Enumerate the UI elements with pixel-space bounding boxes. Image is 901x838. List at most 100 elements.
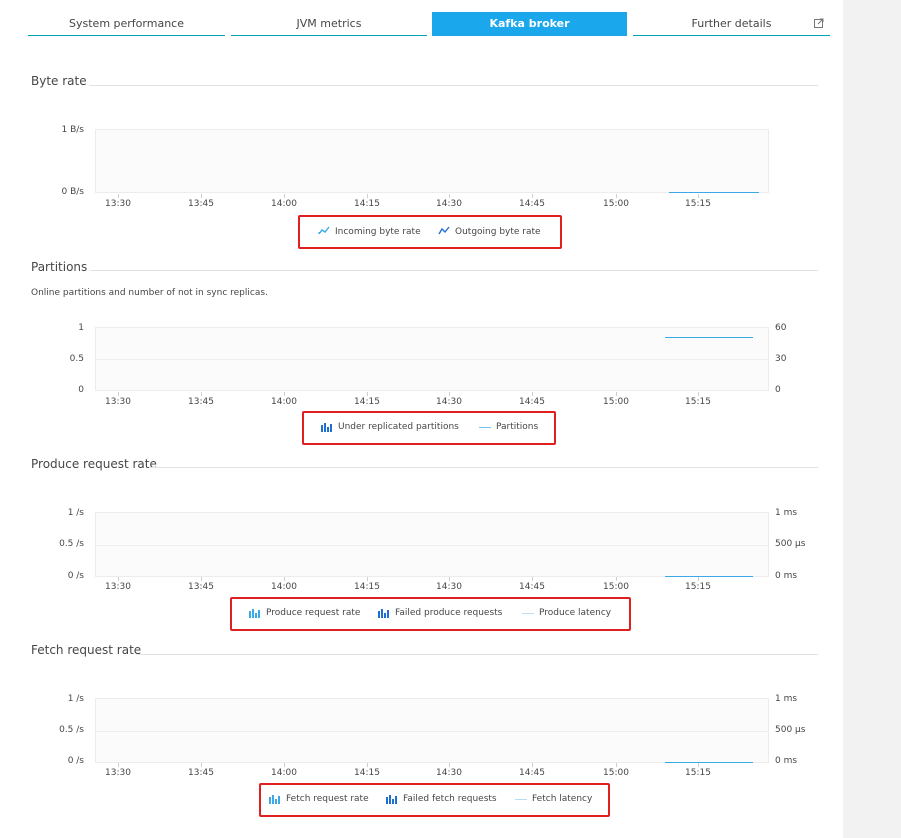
area-chart-icon xyxy=(318,226,330,238)
y-label-right: 0 ms xyxy=(775,756,798,766)
x-tick-label: 15:00 xyxy=(603,582,629,592)
y-label: 1 xyxy=(78,323,84,333)
y-label: 0.5 /s xyxy=(59,539,84,549)
y-label-right: 500 µs xyxy=(775,725,806,735)
x-tick-label: 14:00 xyxy=(271,199,297,209)
partitions-description: Online partitions and number of not in s… xyxy=(31,288,268,298)
x-tick xyxy=(698,392,699,396)
partitions-legend: Under replicated partitions Partitions xyxy=(302,411,556,445)
legend-item[interactable]: Fetch latency xyxy=(515,794,592,804)
x-tick-label: 14:30 xyxy=(436,582,462,592)
legend-label: Produce request rate xyxy=(266,608,361,618)
x-tick-label: 15:15 xyxy=(685,397,711,407)
x-tick xyxy=(201,194,202,198)
y-label-right: 60 xyxy=(775,323,787,333)
tab-kafka-broker[interactable]: Kafka broker xyxy=(432,12,627,36)
x-tick xyxy=(616,763,617,767)
y-label: 1 /s xyxy=(67,694,84,704)
legend-item[interactable]: Partitions xyxy=(479,422,538,432)
y-label: 0 /s xyxy=(67,571,84,581)
x-tick xyxy=(201,763,202,767)
tab-system-performance[interactable]: System performance xyxy=(28,12,225,36)
x-tick xyxy=(367,392,368,396)
x-tick-label: 13:45 xyxy=(188,582,214,592)
x-tick xyxy=(201,392,202,396)
legend-label: Outgoing byte rate xyxy=(455,227,541,237)
x-tick xyxy=(284,392,285,396)
x-tick-label: 15:15 xyxy=(685,199,711,209)
y-label: 1 B/s xyxy=(61,125,84,135)
legend-item[interactable]: Produce latency xyxy=(522,608,611,618)
line-icon xyxy=(515,798,527,800)
x-tick xyxy=(284,577,285,581)
legend-label: Fetch latency xyxy=(532,794,593,804)
series-line xyxy=(665,762,753,763)
line-icon xyxy=(479,426,491,428)
y-label: 0 /s xyxy=(67,756,84,766)
section-divider xyxy=(89,85,818,86)
legend-item[interactable]: Under replicated partitions xyxy=(321,422,459,432)
x-tick-label: 15:00 xyxy=(603,199,629,209)
area-chart-icon xyxy=(438,226,450,238)
series-line xyxy=(665,337,753,338)
legend-label: Partitions xyxy=(496,422,539,432)
line-icon xyxy=(522,612,534,614)
legend-item[interactable]: Incoming byte rate xyxy=(318,226,421,238)
y-label: 0 B/s xyxy=(61,187,84,197)
bar-chart-icon xyxy=(378,608,390,618)
tab-further-details[interactable]: Further details xyxy=(633,12,830,36)
x-tick xyxy=(284,194,285,198)
x-tick xyxy=(616,577,617,581)
legend-label: Failed produce requests xyxy=(395,608,503,618)
legend-item[interactable]: Failed fetch requests xyxy=(386,794,497,804)
legend-item[interactable]: Failed produce requests xyxy=(378,608,502,618)
x-tick xyxy=(698,763,699,767)
legend-item[interactable]: Produce request rate xyxy=(249,608,360,618)
legend-item[interactable]: Fetch request rate xyxy=(269,794,369,804)
x-tick xyxy=(532,577,533,581)
byte-rate-legend: Incoming byte rate Outgoing byte rate xyxy=(298,215,562,249)
produce-legend: Produce request rate Failed produce requ… xyxy=(230,597,631,631)
x-tick xyxy=(118,577,119,581)
legend-item[interactable]: Outgoing byte rate xyxy=(438,226,541,238)
x-tick-label: 14:00 xyxy=(271,397,297,407)
y-label: 0 xyxy=(78,385,84,395)
partitions-plot[interactable] xyxy=(95,327,769,391)
gridline xyxy=(96,731,768,732)
x-tick-label: 14:45 xyxy=(519,582,545,592)
x-tick-label: 13:30 xyxy=(105,768,131,778)
y-label-right: 0 ms xyxy=(775,571,798,581)
x-tick xyxy=(118,392,119,396)
x-tick-label: 15:15 xyxy=(685,768,711,778)
x-tick xyxy=(118,763,119,767)
fetch-plot[interactable] xyxy=(95,698,769,763)
fetch-legend: Fetch request rate Failed fetch requests… xyxy=(259,783,610,817)
series-line xyxy=(669,192,759,193)
x-tick-label: 14:30 xyxy=(436,397,462,407)
x-tick-label: 15:15 xyxy=(685,582,711,592)
x-tick-label: 14:45 xyxy=(519,199,545,209)
x-tick xyxy=(367,577,368,581)
x-tick-label: 14:00 xyxy=(271,768,297,778)
x-tick-label: 14:15 xyxy=(354,199,380,209)
produce-plot[interactable] xyxy=(95,512,769,577)
x-tick-label: 14:45 xyxy=(519,768,545,778)
x-tick xyxy=(616,392,617,396)
legend-label: Fetch request rate xyxy=(286,794,369,804)
x-tick xyxy=(449,763,450,767)
x-tick-label: 14:15 xyxy=(354,397,380,407)
y-label-right: 30 xyxy=(775,354,787,364)
section-divider xyxy=(90,270,818,271)
bar-chart-icon xyxy=(269,794,281,804)
legend-label: Failed fetch requests xyxy=(403,794,497,804)
x-tick xyxy=(698,194,699,198)
bar-chart-icon xyxy=(321,422,333,432)
x-tick xyxy=(367,194,368,198)
section-divider xyxy=(150,467,818,468)
y-label: 1 /s xyxy=(67,508,84,518)
tab-jvm-metrics[interactable]: JVM metrics xyxy=(231,12,427,36)
partitions-title: Partitions xyxy=(31,260,88,274)
x-tick xyxy=(532,194,533,198)
gridline xyxy=(96,545,768,546)
byte-rate-plot[interactable] xyxy=(95,129,769,193)
